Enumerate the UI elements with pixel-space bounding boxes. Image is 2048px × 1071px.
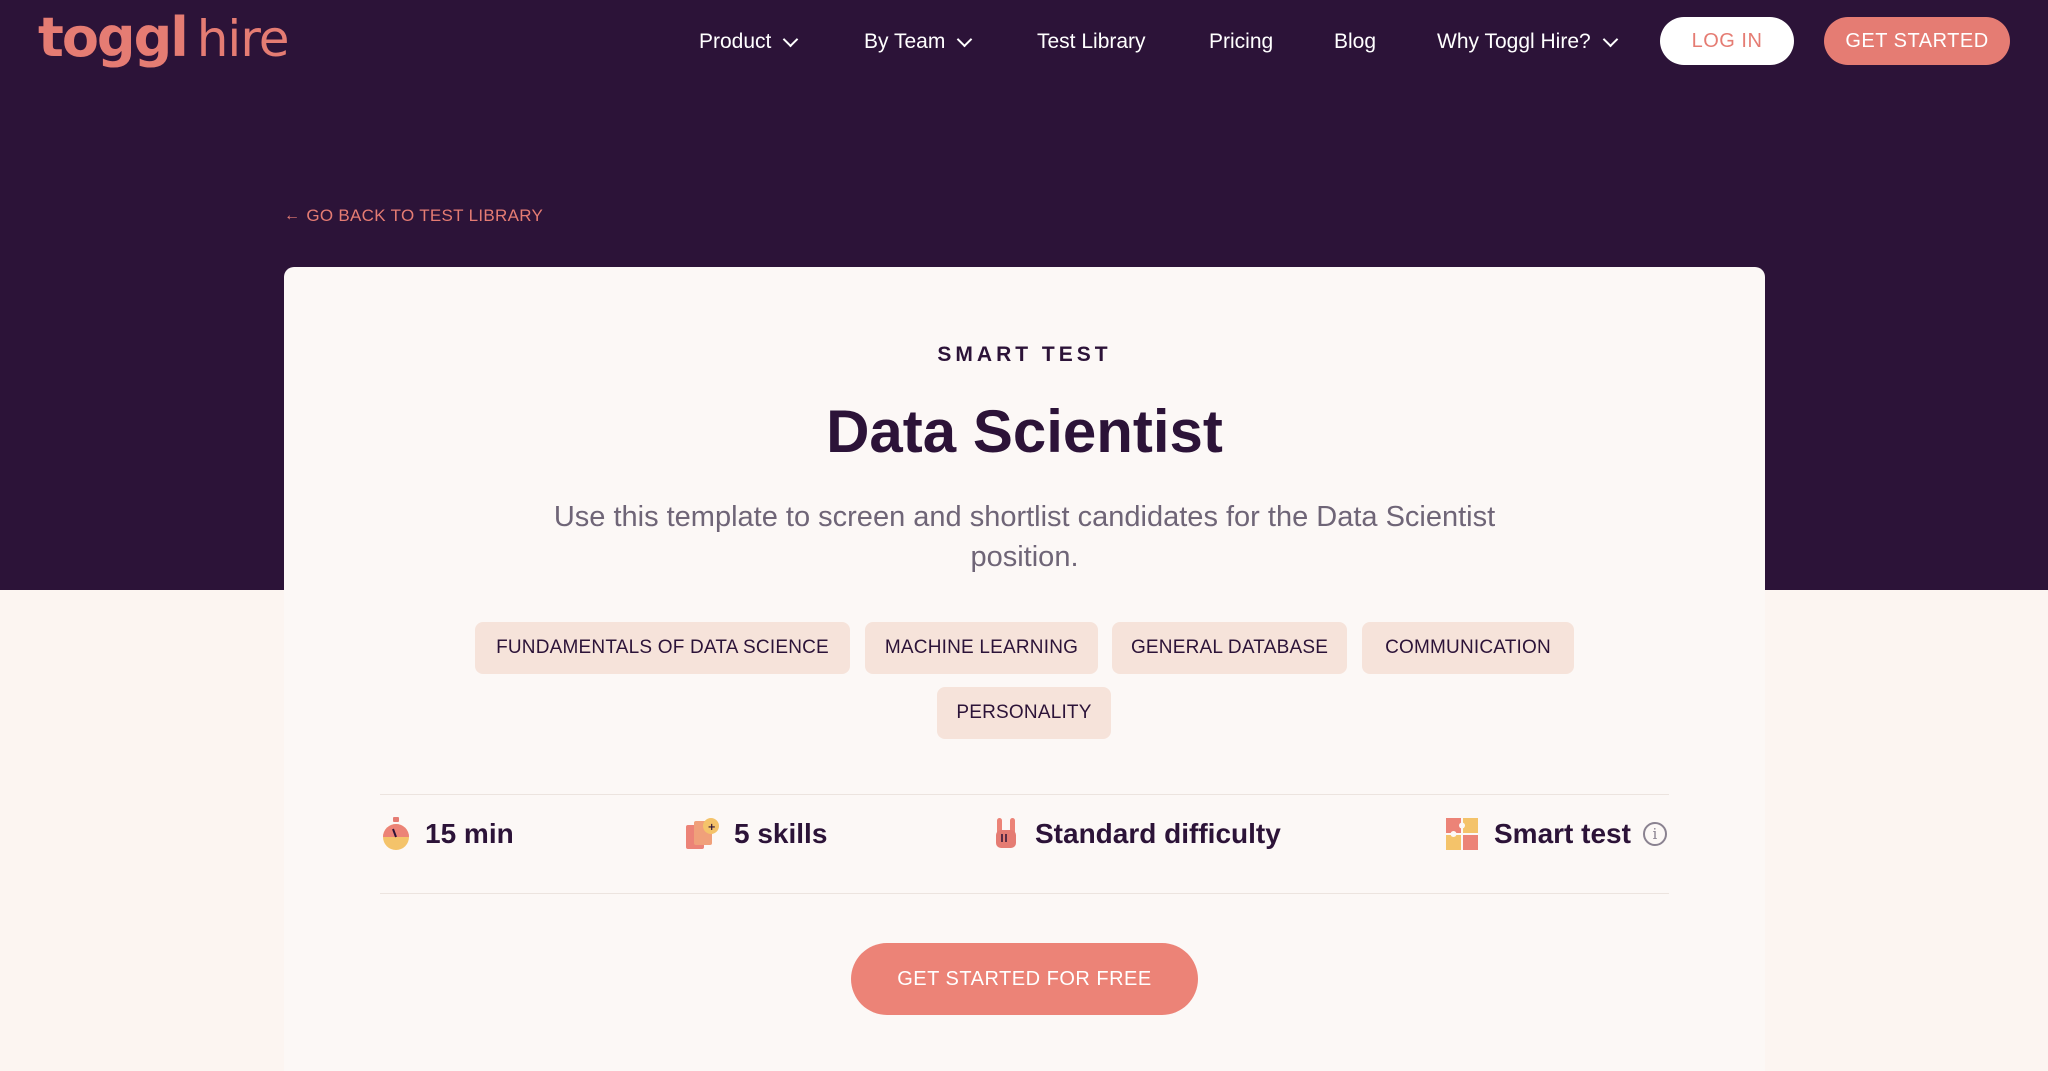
back-link-label: GO BACK TO TEST LIBRARY [306, 206, 544, 225]
test-card: SMART TEST Data Scientist Use this templ… [284, 267, 1765, 1071]
nav-item-blog[interactable]: Blog [1334, 26, 1376, 58]
nav-item-label: Pricing [1209, 30, 1274, 53]
stat-skills-label: 5 skills [734, 818, 828, 849]
rock-hand-icon [996, 818, 1016, 848]
login-button[interactable]: LOG IN [1660, 17, 1794, 65]
stopwatch-icon [383, 817, 409, 850]
nav-item-label: Why Toggl Hire? [1437, 30, 1591, 53]
top-navigation: toggl hire Product By Team Test Library … [0, 0, 2048, 84]
skill-tag: FUNDAMENTALS OF DATA SCIENCE [475, 622, 850, 674]
svg-text:+: + [708, 822, 716, 833]
test-stats: 15 min + 5 skills Standard difficulty Sm… [284, 794, 1765, 874]
skill-tag: COMMUNICATION [1362, 622, 1574, 674]
nav-item-label: Product [699, 30, 772, 53]
test-type-eyebrow: SMART TEST [937, 343, 1112, 366]
stat-skills: + 5 skills [684, 794, 827, 874]
chevron-down-icon [957, 31, 973, 47]
arrow-left-icon: ← [284, 207, 301, 224]
nav-item-why-toggl-hire[interactable]: Why Toggl Hire? [1437, 26, 1618, 58]
nav-item-test-library[interactable]: Test Library [1037, 26, 1146, 58]
nav-item-pricing[interactable]: Pricing [1209, 26, 1273, 58]
stat-difficulty-label: Standard difficulty [1035, 818, 1281, 849]
nav-item-label: Blog [1334, 30, 1377, 53]
nav-item-label: Test Library [1037, 30, 1146, 53]
stat-duration-label: 15 min [425, 818, 514, 849]
divider [380, 893, 1669, 894]
stat-test-type-label: Smart test [1494, 818, 1631, 849]
stat-duration: 15 min [381, 794, 514, 874]
skills-cards-icon: + [686, 818, 719, 849]
test-description: Use this template to screen and shortlis… [553, 501, 1496, 573]
chevron-down-icon [1602, 31, 1618, 47]
page-title: Data Scientist [826, 398, 1223, 465]
nav-item-label: By Team [864, 30, 946, 53]
info-icon[interactable]: i [1642, 822, 1667, 846]
stat-difficulty: Standard difficulty [991, 794, 1281, 874]
puzzle-icon [1446, 818, 1478, 850]
nav-item-by-team[interactable]: By Team [864, 26, 973, 58]
stat-test-type: Smart test i [1444, 794, 1667, 874]
skill-tag: PERSONALITY [937, 687, 1111, 739]
back-to-test-library-link[interactable]: ← GO BACK TO TEST LIBRARY [284, 205, 543, 227]
skill-tag: GENERAL DATABASE [1112, 622, 1347, 674]
get-started-for-free-button[interactable]: GET STARTED FOR FREE [851, 943, 1198, 1015]
get-started-button[interactable]: GET STARTED [1824, 17, 2010, 65]
chevron-down-icon [783, 31, 799, 47]
nav-item-product[interactable]: Product [699, 26, 799, 58]
skill-tag: MACHINE LEARNING [865, 622, 1098, 674]
